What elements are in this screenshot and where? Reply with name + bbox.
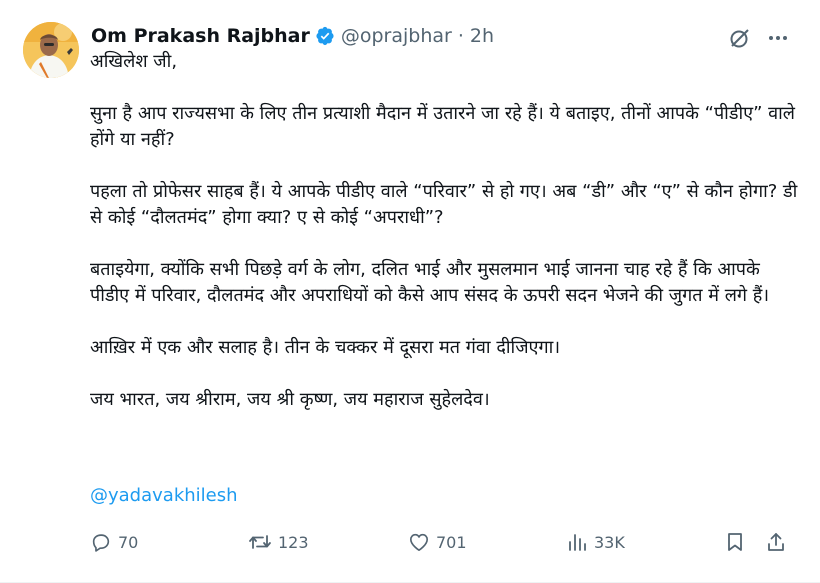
- like-icon: [408, 532, 430, 552]
- views-button[interactable]: 33K: [566, 526, 625, 558]
- like-button[interactable]: 701: [408, 526, 467, 558]
- grok-icon[interactable]: [726, 24, 754, 52]
- tweet-paragraph: अखिलेश जी,: [90, 51, 178, 72]
- action-bar: 70 123 701 33K: [0, 526, 820, 558]
- verified-badge-icon: [315, 26, 335, 46]
- tweet-header: Om Prakash Rajbhar @oprajbhar · 2h: [91, 24, 494, 48]
- tweet-paragraph: पहला तो प्रोफेसर साहब हैं। ये आपके पीडीए…: [90, 181, 804, 228]
- tweet-paragraph: बताइयेगा, क्योंकि सभी पिछड़े वर्ग के लोग…: [90, 259, 770, 306]
- repost-count: 123: [278, 532, 309, 552]
- separator: ·: [457, 25, 464, 47]
- bookmark-icon: [724, 531, 746, 553]
- reply-icon: [90, 531, 112, 553]
- tweet: Om Prakash Rajbhar @oprajbhar · 2h अखिले…: [0, 0, 820, 583]
- timestamp[interactable]: 2h: [470, 24, 494, 48]
- share-button[interactable]: [765, 526, 787, 558]
- avatar-image: [23, 22, 79, 78]
- tweet-paragraph: जय भारत, जय श्रीराम, जय श्री कृष्ण, जय म…: [90, 389, 490, 410]
- author-name[interactable]: Om Prakash Rajbhar: [91, 24, 310, 48]
- repost-icon: [248, 531, 272, 553]
- tweet-paragraph: सुना है आप राज्यसभा के लिए तीन प्रत्याशी…: [90, 103, 801, 150]
- share-icon: [765, 531, 787, 553]
- avatar[interactable]: [23, 22, 79, 78]
- like-count: 701: [436, 532, 467, 552]
- repost-button[interactable]: 123: [248, 526, 309, 558]
- views-count: 33K: [594, 532, 625, 552]
- bookmark-button[interactable]: [724, 526, 746, 558]
- tweet-paragraph: आख़िर में एक और सलाह है। तीन के चक्कर मे…: [90, 337, 561, 358]
- more-icon[interactable]: [764, 24, 792, 52]
- reply-count: 70: [118, 532, 139, 552]
- reply-button[interactable]: 70: [90, 526, 138, 558]
- mention-link[interactable]: @yadavakhilesh: [90, 485, 238, 506]
- views-icon: [566, 531, 588, 553]
- tweet-text: अखिलेश जी, सुना है आप राज्यसभा के लिए ती…: [90, 49, 802, 413]
- author-handle[interactable]: @oprajbhar: [341, 24, 452, 48]
